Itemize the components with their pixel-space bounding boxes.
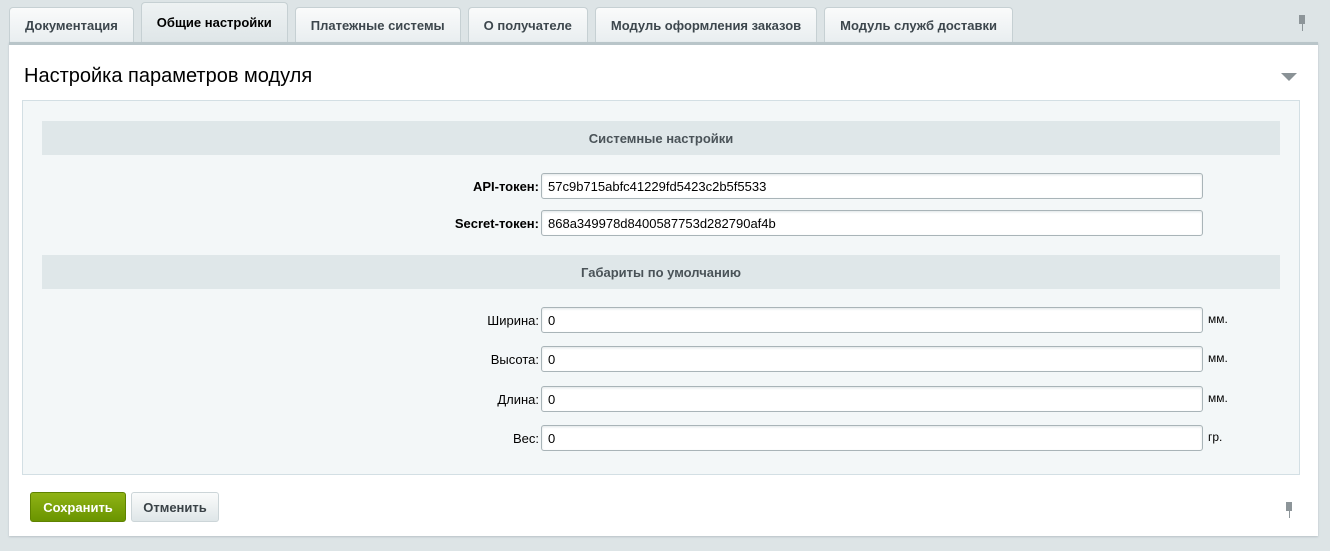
weight-row: Вес: гр. xyxy=(23,425,1301,451)
settings-form: Системные настройки API-токен: Secret-то… xyxy=(22,100,1300,475)
api-token-input[interactable] xyxy=(541,173,1203,199)
pin-icon[interactable] xyxy=(1284,502,1294,518)
width-input[interactable] xyxy=(541,307,1203,333)
tab-recipient[interactable]: О получателе xyxy=(467,7,588,42)
width-row: Ширина: мм. xyxy=(23,307,1301,333)
section-default-dimensions: Габариты по умолчанию xyxy=(42,255,1280,289)
collapse-arrow-icon[interactable] xyxy=(1281,73,1297,81)
length-label: Длина: xyxy=(497,392,539,407)
api-token-label: API-токен: xyxy=(472,179,539,194)
height-input[interactable] xyxy=(541,346,1203,372)
secret-token-row: Secret-токен: xyxy=(23,210,1301,236)
length-unit: мм. xyxy=(1208,391,1228,405)
width-label: Ширина: xyxy=(487,313,539,328)
settings-panel: Настройка параметров модуля Системные на… xyxy=(9,42,1318,536)
tab-payment-systems[interactable]: Платежные системы xyxy=(294,7,461,42)
height-row: Высота: мм. xyxy=(23,346,1301,372)
tab-delivery-module[interactable]: Модуль служб доставки xyxy=(824,7,1013,42)
save-button[interactable]: Сохранить xyxy=(30,492,126,522)
height-label: Высота: xyxy=(490,352,539,367)
page-title: Настройка параметров модуля xyxy=(24,65,313,87)
secret-token-input[interactable] xyxy=(541,210,1203,236)
pin-icon[interactable] xyxy=(1297,15,1307,31)
section-system-settings: Системные настройки xyxy=(42,121,1280,155)
length-input[interactable] xyxy=(541,386,1203,412)
width-unit: мм. xyxy=(1208,312,1228,326)
tab-bar: Документация Общие настройки Платежные с… xyxy=(9,0,1020,42)
height-unit: мм. xyxy=(1208,351,1228,365)
tab-general-settings[interactable]: Общие настройки xyxy=(140,2,288,42)
weight-input[interactable] xyxy=(541,425,1203,451)
secret-token-label: Secret-токен: xyxy=(454,216,539,231)
tab-order-module[interactable]: Модуль оформления заказов xyxy=(594,7,818,42)
api-token-row: API-токен: xyxy=(23,173,1301,199)
cancel-button[interactable]: Отменить xyxy=(131,492,219,522)
weight-label: Вес: xyxy=(512,431,539,446)
tab-documentation[interactable]: Документация xyxy=(9,7,134,42)
length-row: Длина: мм. xyxy=(23,386,1301,412)
weight-unit: гр. xyxy=(1208,430,1223,444)
